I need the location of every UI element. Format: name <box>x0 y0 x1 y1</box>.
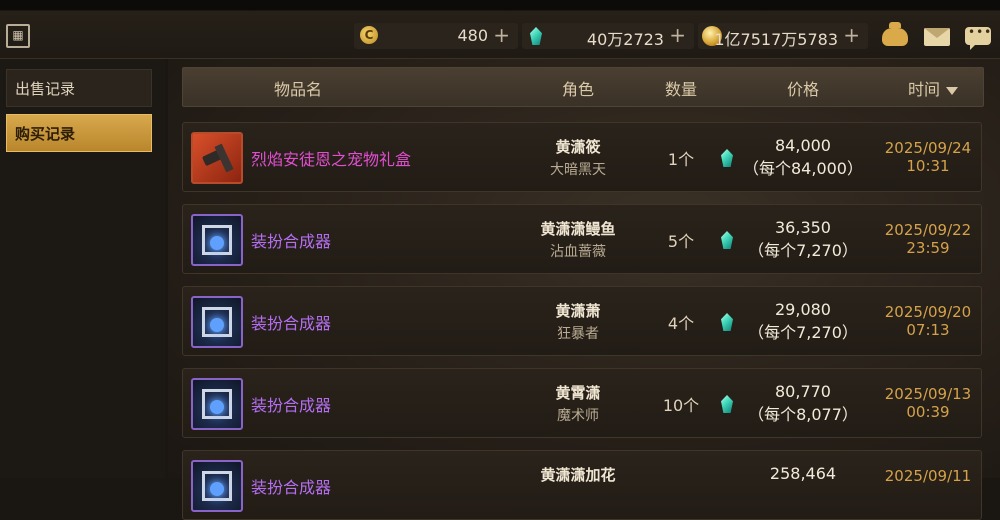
gem-icon <box>721 313 733 331</box>
unit-price: （每个7,270） <box>748 241 858 260</box>
quantity: 5个 <box>667 232 695 251</box>
time-cell: 2025/09/20 07:13 <box>873 303 983 339</box>
price-cell: 80,770 （每个8,077） <box>733 382 873 425</box>
purchase-time: 07:13 <box>906 321 950 339</box>
quantity: 4个 <box>667 314 695 333</box>
bag-icon[interactable] <box>882 22 908 46</box>
currency-coupon: C 480 + <box>354 23 518 49</box>
table-row[interactable]: 烈焰安徒恩之宠物礼盒 黄潇筱 大暗黑天 1个 84,000 （每个84,000）… <box>182 122 982 192</box>
purchase-record-panel: 物品名 角色 数量 价格 时间 烈焰安徒恩之宠物礼盒 黄潇筱 大暗黑天 1个 8… <box>168 59 1000 520</box>
currency-gem: 40万2723 + <box>522 23 694 49</box>
header-quantity: 数量 <box>664 80 697 99</box>
sidebar: 出售记录 购买记录 <box>0 59 165 478</box>
header-time-label: 时间 <box>907 80 940 99</box>
role-name: 黄潇潇鳗鱼 <box>540 220 616 238</box>
role-class: 魔术师 <box>557 408 599 424</box>
synthesizer-icon <box>191 378 243 430</box>
role-cell: 黄潇萧 狂暴者 <box>513 300 643 343</box>
sidebar-item-sales-record[interactable]: 出售记录 <box>6 69 152 107</box>
currency-gold: 1亿7517万5783 + <box>698 23 868 49</box>
time-cell: 2025/09/11 <box>873 467 983 485</box>
purchase-time: 23:59 <box>906 239 950 257</box>
price-cell: 29,080 （每个7,270） <box>733 300 873 343</box>
table-header: 物品名 角色 数量 价格 时间 <box>182 67 984 107</box>
purchase-date: 2025/09/11 <box>884 467 972 485</box>
gem-icon <box>721 231 733 249</box>
currency-gold-value: 1亿7517万5783 <box>714 30 838 49</box>
role-name: 黄潇潇加花 <box>540 466 616 484</box>
gem-icon <box>721 149 733 167</box>
total-price: 258,464 <box>769 464 837 483</box>
role-name: 黄潇萧 <box>555 302 601 320</box>
gift-box-icon <box>191 132 243 184</box>
table-row[interactable]: 装扮合成器 黄霄潇 魔术师 10个 80,770 （每个8,077） 2025/… <box>182 368 982 438</box>
role-name: 黄霄潇 <box>555 384 601 402</box>
header-item-name: 物品名 <box>273 80 322 99</box>
purchase-time: 10:31 <box>906 157 950 175</box>
chat-icon[interactable] <box>965 25 992 50</box>
quantity: 10个 <box>662 396 700 415</box>
currency-gem-value: 40万2723 <box>586 30 664 49</box>
purchase-date: 2025/09/22 <box>884 221 972 239</box>
calendar-icon[interactable]: ▦ <box>6 24 30 48</box>
quantity: 1个 <box>667 150 695 169</box>
gem-icon <box>530 27 542 45</box>
synthesizer-icon <box>191 296 243 348</box>
time-cell: 2025/09/13 00:39 <box>873 385 983 421</box>
purchase-time: 00:39 <box>906 403 950 421</box>
role-cell: 黄霄潇 魔术师 <box>513 382 643 425</box>
item-name[interactable]: 装扮合成器 <box>251 392 331 416</box>
unit-price: （每个8,077） <box>748 405 858 424</box>
role-cell: 黄潇潇鳗鱼 沾血蔷薇 <box>513 218 643 261</box>
time-cell: 2025/09/24 10:31 <box>873 139 983 175</box>
add-gold-button[interactable]: + <box>843 23 860 47</box>
item-name[interactable]: 烈焰安徒恩之宠物礼盒 <box>251 146 411 170</box>
coin-c-icon: C <box>360 26 378 44</box>
role-cell: 黄潇筱 大暗黑天 <box>513 136 643 179</box>
header-role: 角色 <box>561 80 594 99</box>
item-name[interactable]: 装扮合成器 <box>251 310 331 334</box>
unit-price: （每个7,270） <box>748 323 858 342</box>
time-cell: 2025/09/22 23:59 <box>873 221 983 257</box>
unit-price: （每个84,000） <box>743 159 863 178</box>
role-class: 狂暴者 <box>557 326 599 342</box>
purchase-date: 2025/09/13 <box>884 385 972 403</box>
total-price: 29,080 <box>775 300 831 319</box>
total-price: 80,770 <box>775 382 831 401</box>
top-bar: ▦ C 480 + 40万2723 + 1亿7517万5783 + <box>0 0 1000 59</box>
price-cell: 84,000 （每个84,000） <box>733 136 873 179</box>
table-row[interactable]: 装扮合成器 黄潇潇加花 258,464 2025/09/11 <box>182 450 982 520</box>
sidebar-item-purchase-record[interactable]: 购买记录 <box>6 114 152 152</box>
add-gem-button[interactable]: + <box>669 23 686 47</box>
gem-icon <box>721 395 733 413</box>
currency-coupon-value: 480 <box>457 26 488 45</box>
synthesizer-icon <box>191 460 243 512</box>
price-cell: 36,350 （每个7,270） <box>733 218 873 261</box>
sort-down-icon <box>946 86 958 95</box>
mail-icon[interactable] <box>924 28 950 46</box>
total-price: 84,000 <box>775 136 831 155</box>
purchase-date: 2025/09/24 <box>884 139 972 157</box>
role-class: 大暗黑天 <box>550 162 606 178</box>
item-name[interactable]: 装扮合成器 <box>251 228 331 252</box>
synthesizer-icon <box>191 214 243 266</box>
total-price: 36,350 <box>775 218 831 237</box>
role-class: 沾血蔷薇 <box>550 244 606 260</box>
add-coupon-button[interactable]: + <box>493 23 510 47</box>
role-cell: 黄潇潇加花 <box>513 464 643 485</box>
table-row[interactable]: 装扮合成器 黄潇萧 狂暴者 4个 29,080 （每个7,270） 2025/0… <box>182 286 982 356</box>
header-time-sort[interactable]: 时间 <box>888 76 978 100</box>
header-price: 价格 <box>786 80 819 99</box>
purchase-date: 2025/09/20 <box>884 303 972 321</box>
price-cell: 258,464 <box>733 464 873 483</box>
role-name: 黄潇筱 <box>555 138 601 156</box>
table-row[interactable]: 装扮合成器 黄潇潇鳗鱼 沾血蔷薇 5个 36,350 （每个7,270） 202… <box>182 204 982 274</box>
